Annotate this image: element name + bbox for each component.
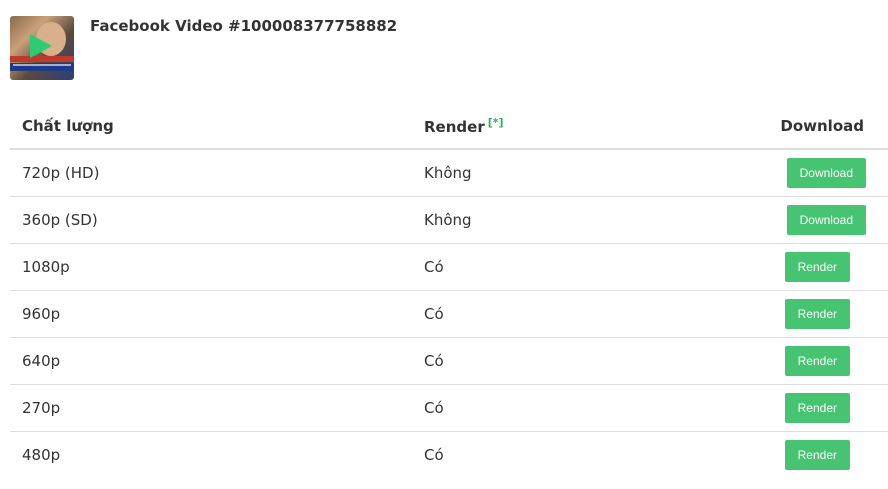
action-cell: Render: [712, 384, 888, 432]
table-header-row: Chất lượng Render [*] Download: [10, 103, 888, 150]
table-row: 480p Có Render: [10, 431, 888, 478]
render-button[interactable]: Render: [784, 298, 850, 329]
action-cell: Render: [712, 431, 888, 478]
table-row: 720p (HD) Không Download: [10, 149, 888, 197]
action-cell: Render: [712, 337, 888, 385]
render-button[interactable]: Render: [784, 251, 850, 282]
table-row: 960p Có Render: [10, 290, 888, 338]
video-header: Facebook Video #100008377758882: [10, 16, 880, 82]
render-cell: Có: [412, 384, 712, 432]
render-cell: Có: [412, 337, 712, 385]
quality-cell: 270p: [10, 384, 412, 432]
render-cell: Không: [412, 196, 712, 244]
download-button[interactable]: Download: [786, 204, 866, 235]
download-button[interactable]: Download: [786, 157, 866, 188]
video-thumbnail[interactable]: [10, 16, 74, 80]
quality-table: Chất lượng Render [*] Download 720p (HD) K…: [10, 103, 888, 478]
action-cell: Render: [712, 290, 888, 338]
header-download: Download: [712, 103, 888, 150]
thumbnail-banner-text: [13, 64, 71, 66]
header-render-label: Render: [424, 117, 485, 136]
quality-cell: 360p (SD): [10, 196, 412, 244]
quality-cell: 1080p: [10, 243, 412, 291]
action-cell: Download: [712, 149, 888, 197]
render-cell: Có: [412, 243, 712, 291]
render-button[interactable]: Render: [784, 439, 850, 470]
table-row: 360p (SD) Không Download: [10, 196, 888, 244]
play-icon[interactable]: [30, 34, 52, 58]
render-cell: Có: [424, 445, 444, 464]
render-button[interactable]: Render: [784, 392, 850, 423]
quality-cell: 960p: [10, 290, 412, 338]
video-title: Facebook Video #100008377758882: [90, 17, 398, 35]
quality-cell: 720p (HD): [10, 149, 412, 197]
action-cell: Render: [712, 243, 888, 291]
render-cell: Không: [412, 149, 712, 197]
quality-cell: 480p: [22, 445, 61, 464]
render-button[interactable]: Render: [784, 345, 850, 376]
table-row: 640p Có Render: [10, 337, 888, 385]
table-row: 1080p Có Render: [10, 243, 888, 291]
render-cell: Có: [412, 290, 712, 338]
action-cell: Download: [712, 196, 888, 244]
header-render: Render [*]: [412, 103, 712, 150]
render-footnote-link[interactable]: [*]: [488, 116, 504, 129]
header-quality: Chất lượng: [10, 103, 412, 150]
quality-cell: 640p: [10, 337, 412, 385]
table-row: 270p Có Render: [10, 384, 888, 432]
